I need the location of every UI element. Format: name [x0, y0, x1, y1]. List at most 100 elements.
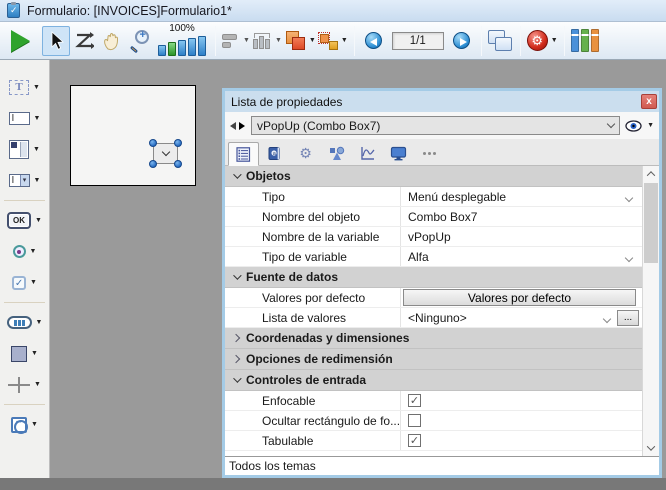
dropdown-caret-icon[interactable]: ▼	[34, 115, 41, 122]
dropdown-caret-icon[interactable]: ▼	[34, 381, 41, 388]
pages-button[interactable]	[487, 26, 515, 56]
section-label: Objetos	[246, 169, 291, 183]
gear-menu-button[interactable]: ⚙ ▼	[526, 26, 559, 56]
sidebar-buttonbar-tool[interactable]: ▼	[0, 307, 49, 338]
zoom-level-widget[interactable]: 100%	[158, 23, 206, 59]
previous-object-button[interactable]	[230, 122, 236, 130]
close-button[interactable]: x	[641, 94, 657, 109]
splitter-tool-icon	[8, 377, 30, 393]
scrollbar-thumb[interactable]	[644, 183, 658, 263]
property-value-cell: Menú desplegable	[400, 187, 642, 206]
next-object-button[interactable]	[239, 122, 245, 130]
rectangle-tool-icon	[11, 346, 27, 362]
default-values-button[interactable]: Valores por defecto	[403, 289, 636, 306]
toolbar-separator	[481, 26, 482, 56]
section-header[interactable]: Coordenadas y dimensiones	[225, 328, 642, 349]
chevron-right-icon	[232, 355, 240, 363]
scroll-up-button[interactable]	[643, 166, 659, 182]
object-selector-dropdown[interactable]: vPopUp (Combo Box7)	[251, 116, 620, 135]
gear-tab[interactable]: ⚙	[290, 141, 321, 165]
dropdown-caret-icon[interactable]: ▼	[35, 217, 42, 224]
selection-handle[interactable]	[149, 139, 157, 147]
chevron-down-icon	[161, 148, 169, 156]
property-value-cell	[400, 411, 642, 430]
zoom-bar-200[interactable]	[178, 40, 186, 56]
toolbar-separator	[520, 26, 521, 56]
zoom-bars-icon[interactable]	[158, 34, 206, 56]
property-label: Valores por defecto	[225, 291, 400, 305]
sidebar-ok-button-tool[interactable]: ▼	[0, 205, 49, 236]
property-value: Menú desplegable	[408, 190, 642, 204]
selection-handle[interactable]	[174, 160, 182, 168]
checkbox-checked[interactable]: ✓	[408, 434, 421, 447]
sidebar-radio-tool[interactable]: ▼	[0, 236, 49, 267]
page-next-button[interactable]	[448, 26, 476, 56]
form-page[interactable]	[70, 85, 196, 186]
sidebar-plugin-tool[interactable]: ▼	[0, 409, 49, 440]
sidebar-splitter-tool[interactable]: ▼	[0, 369, 49, 400]
shapes-tab[interactable]	[321, 141, 352, 165]
distribute-menu-button[interactable]: ▼	[251, 26, 283, 56]
sidebar-listbox-tool[interactable]: ▼	[0, 134, 49, 165]
dropdown-caret-icon[interactable]: ▼	[30, 248, 37, 255]
zoom-tool-button[interactable]	[126, 26, 154, 56]
dropdown-caret-icon[interactable]: ▼	[34, 177, 41, 184]
sidebar-separator	[0, 400, 49, 409]
list-icon	[236, 147, 251, 162]
form-canvas[interactable]: Lista de propiedades x vPopUp (Combo Box…	[50, 60, 666, 478]
sidebar-checkbox-tool[interactable]: ▼	[0, 267, 49, 298]
zoom-bar-100-current[interactable]	[168, 42, 176, 56]
sidebar-rectangle-tool[interactable]: ▼	[0, 338, 49, 369]
display-monitor-tab[interactable]	[383, 141, 414, 165]
data-book-tab[interactable]: a	[259, 141, 290, 165]
tab-order-tool-button[interactable]	[70, 26, 98, 56]
duplicate-menu-button[interactable]: ▼	[317, 26, 349, 56]
more-tab[interactable]	[414, 141, 445, 165]
zoom-bar-50[interactable]	[158, 45, 166, 56]
execute-form-button[interactable]	[6, 26, 34, 56]
sidebar-text-tool[interactable]: ▼	[0, 72, 49, 103]
zoom-bar-800[interactable]	[198, 36, 206, 56]
dropdown-caret-icon: ▼	[275, 37, 282, 44]
section-header[interactable]: Controles de entrada	[225, 370, 642, 391]
sidebar-combobox-tool[interactable]: ▼	[0, 165, 49, 196]
toolbar-separator	[564, 26, 565, 56]
page-back-icon	[365, 32, 382, 49]
ellipsis-button[interactable]: ...	[617, 310, 639, 326]
section-label: Controles de entrada	[246, 373, 366, 387]
scroll-down-button[interactable]	[643, 440, 659, 456]
events-curve-tab[interactable]	[352, 141, 383, 165]
section-header[interactable]: Fuente de datos	[225, 267, 642, 288]
dropdown-caret-icon[interactable]: ▼	[33, 84, 40, 91]
property-list-titlebar[interactable]: Lista de propiedades x	[225, 91, 659, 112]
dropdown-caret-icon[interactable]: ▼	[31, 350, 38, 357]
selected-combobox-object[interactable]	[153, 143, 178, 164]
dropdown-caret-icon[interactable]: ▼	[30, 279, 37, 286]
page-back-button[interactable]	[360, 26, 388, 56]
dropdown-caret-icon[interactable]: ▼	[31, 421, 38, 428]
eye-icon	[625, 120, 642, 132]
section-header[interactable]: Opciones de redimensión	[225, 349, 642, 370]
level-menu-button[interactable]: ▼	[283, 26, 317, 56]
align-menu-button[interactable]: ▼	[221, 26, 251, 56]
property-list-tab[interactable]	[228, 142, 259, 166]
zoom-bar-400[interactable]	[188, 38, 196, 56]
move-tool-button[interactable]	[98, 26, 126, 56]
sidebar-input-tool[interactable]: ▼	[0, 103, 49, 134]
selection-handle[interactable]	[174, 139, 182, 147]
view-options-button[interactable]: ▼	[625, 120, 654, 132]
select-tool-button[interactable]	[42, 26, 70, 56]
selection-handle[interactable]	[149, 160, 157, 168]
library-button[interactable]	[570, 26, 600, 56]
dropdown-caret-icon[interactable]: ▼	[36, 319, 43, 326]
checkbox-checked[interactable]: ✓	[408, 394, 421, 407]
checkbox-unchecked[interactable]	[408, 414, 421, 427]
book-icon: a	[267, 146, 282, 161]
property-value[interactable]: vPopUp	[408, 230, 642, 244]
property-value[interactable]: Combo Box7	[408, 210, 642, 224]
dropdown-caret-icon[interactable]: ▼	[33, 146, 40, 153]
section-header[interactable]: Objetos	[225, 166, 642, 187]
property-grid: ObjetosTipoMenú desplegableNombre del ob…	[225, 166, 659, 456]
scrollbar[interactable]	[642, 166, 659, 456]
page-indicator: 1/1	[392, 32, 444, 50]
